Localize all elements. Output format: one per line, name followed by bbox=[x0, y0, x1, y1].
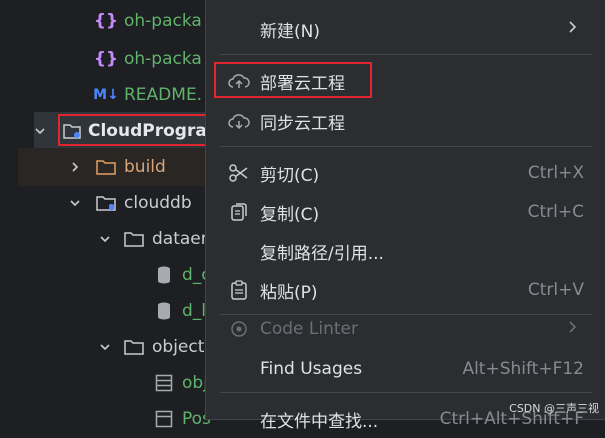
chevron-down-icon bbox=[98, 232, 112, 246]
table-icon bbox=[154, 409, 174, 429]
menu-item-paste[interactable]: 粘贴(P) Ctrl+V bbox=[206, 271, 605, 309]
json-braces-icon: {} bbox=[93, 49, 119, 69]
cloud-sync-icon bbox=[228, 110, 250, 132]
annotation-box bbox=[214, 62, 372, 98]
watermark: CSDN @三声三视 bbox=[509, 402, 599, 415]
tree-item-build[interactable]: build bbox=[18, 148, 205, 186]
chevron-down-icon bbox=[34, 124, 46, 138]
json-braces-icon: {} bbox=[93, 11, 119, 31]
tree-item[interactable]: {} oh-packa bbox=[93, 40, 202, 78]
table-icon bbox=[154, 373, 174, 393]
scissors-icon bbox=[228, 162, 250, 184]
tree-item[interactable]: M↓ README. bbox=[93, 76, 202, 114]
menu-item-copy-path[interactable]: 复制路径/引用... bbox=[206, 232, 605, 270]
database-folder-icon bbox=[96, 193, 116, 213]
tree-item-dataentry[interactable]: dataen bbox=[98, 220, 212, 258]
tree-item[interactable]: {} oh-packa bbox=[93, 2, 202, 40]
menu-separator bbox=[220, 392, 592, 393]
annotation-box bbox=[58, 114, 215, 146]
menu-item-code-linter: Code Linter bbox=[206, 310, 605, 348]
menu-item-copy[interactable]: 复制(C) Ctrl+C bbox=[206, 193, 605, 231]
tree-item[interactable]: obj bbox=[154, 364, 208, 402]
tree-item[interactable]: d_c bbox=[154, 256, 211, 294]
tree-item[interactable]: d_l bbox=[154, 292, 206, 330]
folder-icon bbox=[124, 229, 144, 249]
markdown-icon: M↓ bbox=[93, 87, 119, 103]
database-icon bbox=[154, 265, 174, 285]
menu-separator bbox=[220, 54, 592, 55]
menu-separator bbox=[220, 146, 592, 147]
menu-item-find-usages[interactable]: Find Usages Alt+Shift+F12 bbox=[206, 350, 605, 388]
folder-icon bbox=[124, 337, 144, 357]
menu-item-new[interactable]: 新建(N) bbox=[206, 10, 605, 48]
chevron-right-icon bbox=[68, 160, 82, 174]
context-menu: 新建(N) 部署云工程 同步云工程 剪切(C) Ctrl+X 复制(C) Ctr… bbox=[205, 0, 605, 432]
chevron-down-icon bbox=[68, 196, 82, 210]
clipboard-icon bbox=[228, 279, 250, 301]
database-icon bbox=[154, 301, 174, 321]
tree-item-objecttype[interactable]: object bbox=[98, 328, 204, 366]
chevron-right-icon bbox=[568, 319, 578, 339]
folder-icon bbox=[96, 157, 116, 177]
linter-icon bbox=[228, 318, 250, 340]
chevron-down-icon bbox=[98, 340, 112, 354]
tree-item-clouddb[interactable]: clouddb bbox=[68, 184, 192, 222]
menu-item-cut[interactable]: 剪切(C) Ctrl+X bbox=[206, 154, 605, 192]
copy-icon bbox=[228, 201, 250, 223]
chevron-right-icon bbox=[568, 19, 578, 39]
menu-item-sync-cloud-project[interactable]: 同步云工程 bbox=[206, 102, 605, 140]
tree-item[interactable]: Pos bbox=[154, 400, 211, 438]
